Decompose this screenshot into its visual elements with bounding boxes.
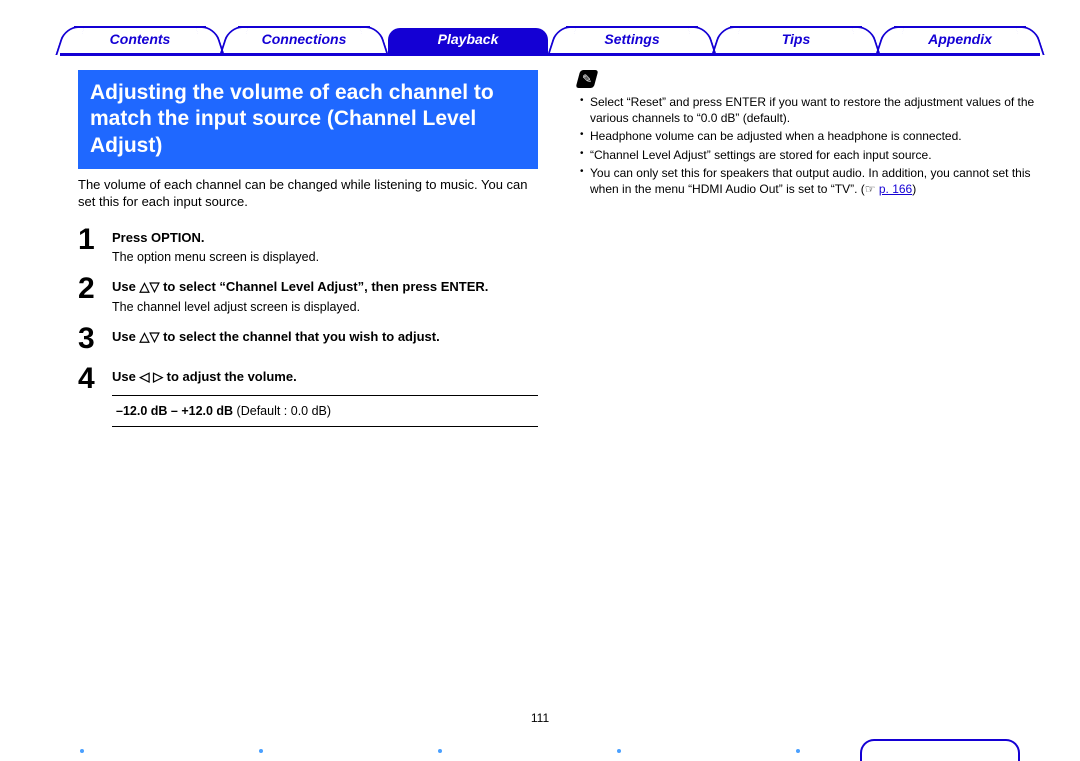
tab-label: Playback	[438, 31, 499, 47]
step-item: 1 Press OPTION. The option menu screen i…	[78, 225, 538, 265]
note-text: You can only set this for speakers that …	[590, 166, 1031, 196]
tab-appendix[interactable]: Appendix	[880, 28, 1040, 53]
step-desc: The option menu screen is displayed.	[112, 250, 538, 264]
note-item: You can only set this for speakers that …	[578, 165, 1040, 197]
step-number: 1	[78, 225, 112, 265]
step-title: Use ◁ ▷ to adjust the volume.	[112, 368, 538, 386]
tab-settings[interactable]: Settings	[552, 28, 712, 53]
tab-playback[interactable]: Playback	[388, 28, 548, 53]
note-item: “Channel Level Adjust” settings are stor…	[578, 147, 1040, 163]
pencil-icon: ✎	[576, 70, 599, 88]
step-number: 3	[78, 324, 112, 354]
range-box: –12.0 dB – +12.0 dB (Default : 0.0 dB)	[112, 395, 538, 427]
section-heading: Adjusting the volume of each channel to …	[78, 70, 538, 169]
tab-label: Settings	[604, 31, 659, 47]
page-link[interactable]: p. 166	[879, 182, 912, 196]
left-column: Adjusting the volume of each channel to …	[78, 70, 538, 711]
bottom-dots	[80, 749, 800, 753]
step-number: 2	[78, 274, 112, 314]
step-list: 1 Press OPTION. The option menu screen i…	[78, 225, 538, 428]
tab-label: Connections	[262, 31, 347, 47]
step-number: 4	[78, 364, 112, 428]
intro-text: The volume of each channel can be change…	[78, 177, 538, 211]
bottom-tab-peek	[860, 739, 1020, 761]
tab-label: Tips	[782, 31, 811, 47]
page-number: 111	[0, 711, 1080, 725]
step-item: 3 Use △▽ to select the channel that you …	[78, 324, 538, 354]
tab-contents[interactable]: Contents	[60, 28, 220, 53]
note-block: ✎ Select “Reset” and press ENTER if you …	[578, 70, 1040, 197]
step-item: 4 Use ◁ ▷ to adjust the volume. –12.0 dB…	[78, 364, 538, 428]
right-column: ✎ Select “Reset” and press ENTER if you …	[578, 70, 1040, 711]
tab-label: Appendix	[928, 31, 992, 47]
range-rest: (Default : 0.0 dB)	[233, 404, 331, 418]
note-item: Select “Reset” and press ENTER if you wa…	[578, 94, 1040, 126]
tab-label: Contents	[110, 31, 171, 47]
step-item: 2 Use △▽ to select “Channel Level Adjust…	[78, 274, 538, 314]
top-tab-bar: Contents Connections Playback Settings T…	[60, 28, 1040, 56]
step-title: Use △▽ to select “Channel Level Adjust”,…	[112, 278, 538, 296]
step-desc: The channel level adjust screen is displ…	[112, 300, 538, 314]
note-tail: )	[912, 182, 916, 196]
range-bold: –12.0 dB – +12.0 dB	[116, 404, 233, 418]
tab-tips[interactable]: Tips	[716, 28, 876, 53]
step-title: Use △▽ to select the channel that you wi…	[112, 328, 538, 346]
step-title: Press OPTION.	[112, 229, 538, 247]
note-item: Headphone volume can be adjusted when a …	[578, 128, 1040, 144]
tab-connections[interactable]: Connections	[224, 28, 384, 53]
page-body: Adjusting the volume of each channel to …	[78, 70, 1040, 711]
